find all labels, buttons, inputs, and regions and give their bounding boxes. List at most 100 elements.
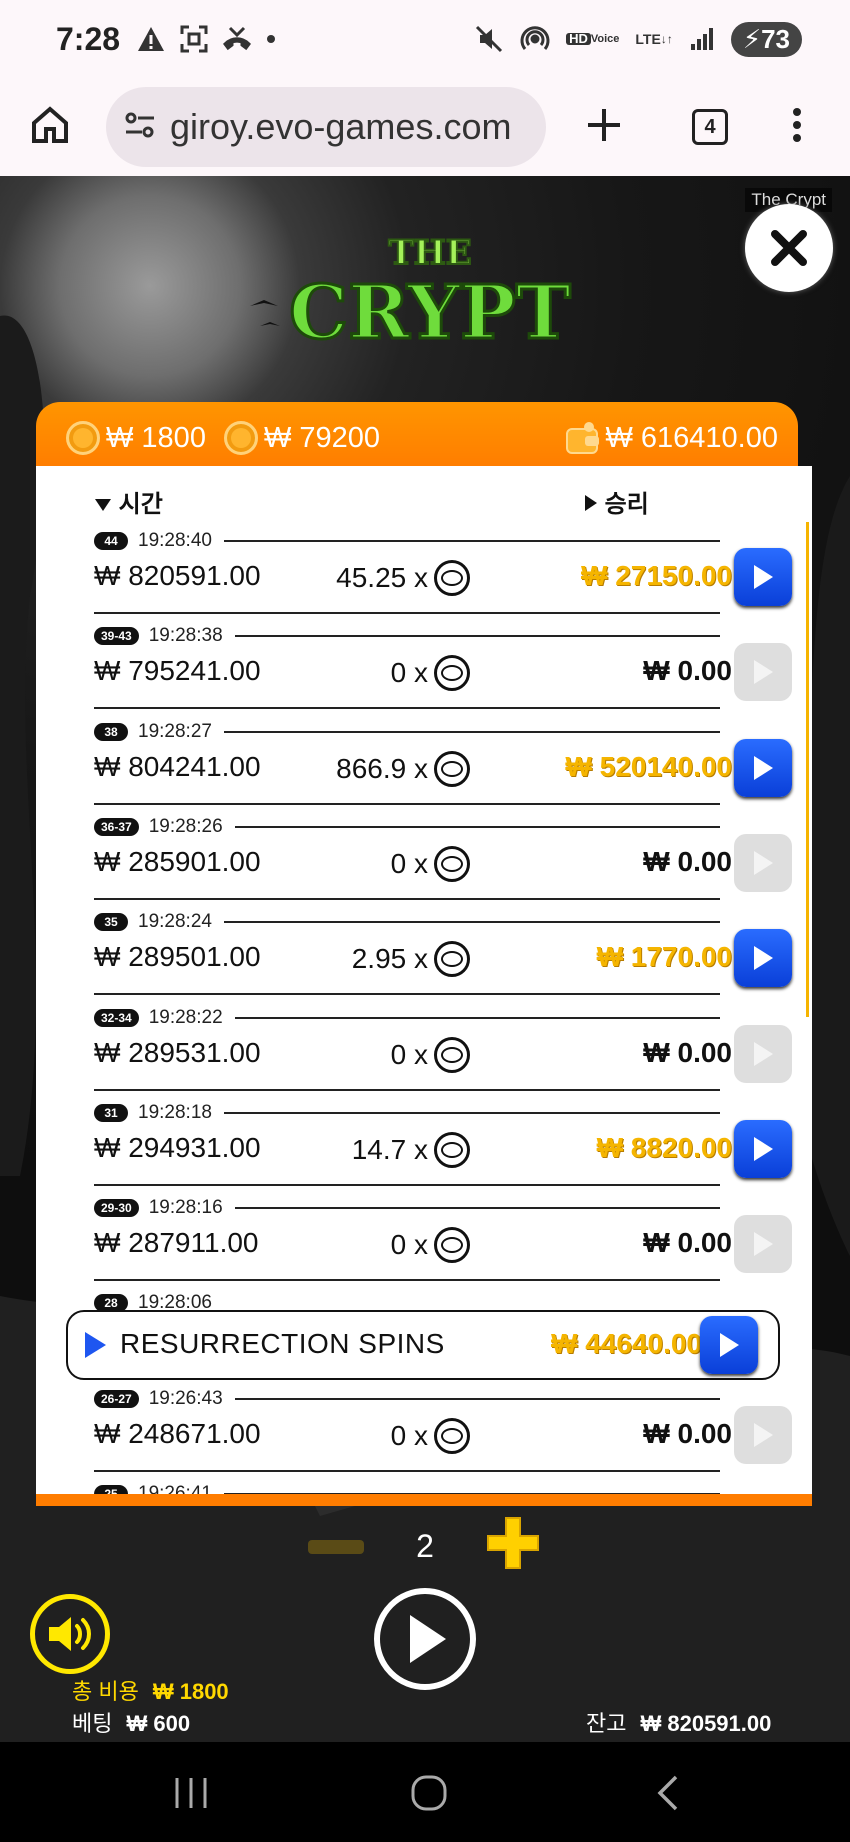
coin-icon	[434, 1036, 470, 1073]
replay-button[interactable]	[734, 833, 792, 892]
replay-button[interactable]	[700, 1316, 758, 1375]
history-row: 44 19:28:40 ₩ 820591.00 45.25 x ₩ 27150.00	[94, 528, 794, 623]
history-panel: 시간 승리 44 19:28:40 ₩ 820591.00 45.25 x ₩ 2715…	[36, 466, 812, 1501]
speaker-icon	[49, 1617, 91, 1651]
divider	[94, 1469, 720, 1472]
sort-down-icon	[95, 499, 111, 511]
dot-icon	[266, 34, 276, 44]
row-balance: ₩ 248671.00	[94, 1417, 261, 1449]
wallet-icon	[566, 422, 600, 454]
column-time[interactable]: 시간	[94, 484, 163, 519]
browser-toolbar: giroy.evo-games.com 4	[0, 78, 850, 176]
home-nav-button[interactable]	[404, 1770, 454, 1816]
coin-icon	[434, 1131, 470, 1168]
divider	[234, 1016, 720, 1019]
row-win: ₩ 0.00	[643, 845, 732, 877]
row-win: ₩ 8820.00	[596, 1131, 732, 1163]
row-balance: ₩ 804241.00	[94, 750, 261, 782]
scrollbar[interactable]	[806, 522, 809, 1017]
recent-apps-button[interactable]	[166, 1770, 216, 1816]
back-button[interactable]	[642, 1770, 692, 1816]
recent-apps-icon	[175, 1778, 207, 1808]
coin-icon	[434, 941, 470, 978]
row-balance: ₩ 289501.00	[94, 941, 261, 973]
site-settings-icon[interactable]	[124, 110, 156, 145]
replay-button[interactable]	[734, 643, 792, 702]
expand-arrow-icon	[85, 1332, 106, 1359]
play-icon	[754, 1136, 773, 1161]
row-win: ₩ 0.00	[643, 1417, 732, 1449]
game-area: The Crypt THE CRYPT ₩ 1800 ₩ 79200 ₩ 616…	[0, 176, 850, 1742]
row-win: ₩ 0.00	[643, 1227, 732, 1259]
previous-page-button[interactable]	[308, 1540, 364, 1554]
column-win[interactable]: 승리	[584, 484, 649, 519]
play-icon	[410, 1615, 446, 1663]
history-row: 32-34 19:28:22 ₩ 289531.00 0 x ₩ 0.00	[94, 1005, 794, 1100]
row-multiplier: 0 x	[330, 1227, 470, 1264]
header-wallet: ₩ 616410.00	[605, 421, 778, 454]
play-icon	[720, 1333, 739, 1358]
status-bar: 7:28 HD Voice LTE ↓↑ ⚡73	[0, 0, 850, 78]
play-icon	[754, 1041, 773, 1066]
row-time: 19:28:18	[138, 1101, 212, 1123]
url-text: giroy.evo-games.com	[170, 106, 512, 147]
row-header: 26-27 19:26:43	[94, 1386, 720, 1412]
row-balance: ₩ 294931.00	[94, 1131, 261, 1163]
row-time: 19:28:24	[138, 911, 212, 933]
column-headers: 시간 승리	[36, 480, 812, 520]
resurrection-win: ₩ 44640.00	[551, 1328, 702, 1360]
coin-icon	[434, 1417, 470, 1454]
divider	[234, 635, 720, 638]
replay-button[interactable]	[734, 548, 792, 606]
tab-switcher-button[interactable]: 4	[692, 109, 728, 145]
home-icon[interactable]	[28, 103, 72, 152]
url-bar[interactable]: giroy.evo-games.com	[106, 87, 546, 167]
round-badge: 29-30	[94, 1199, 139, 1218]
the-crypt-logo: THE CRYPT	[288, 232, 573, 358]
sound-button[interactable]	[30, 1594, 110, 1674]
round-badge: 36-37	[94, 817, 139, 836]
replay-button[interactable]	[734, 1119, 792, 1178]
status-time: 7:28	[56, 20, 121, 57]
close-icon	[771, 230, 807, 266]
replay-button[interactable]	[734, 1215, 792, 1274]
next-page-button[interactable]	[484, 1514, 542, 1572]
coin-icon	[434, 560, 470, 596]
row-win: ₩ 0.00	[643, 1036, 732, 1068]
round-badge: 32-34	[94, 1008, 139, 1027]
replay-button[interactable]	[734, 1024, 792, 1083]
divider	[94, 707, 720, 710]
row-header: 36-37 19:28:26	[94, 814, 720, 840]
divider	[94, 802, 720, 805]
history-header-bar: ₩ 1800 ₩ 79200 ₩ 616410.00	[36, 402, 798, 474]
new-tab-icon[interactable]	[586, 107, 622, 148]
divider	[223, 1111, 720, 1114]
more-menu-icon[interactable]	[792, 107, 802, 148]
play-icon	[754, 850, 773, 875]
row-multiplier: 866.9 x	[330, 750, 470, 787]
resurrection-spins-box[interactable]: RESURRECTION SPINS ₩ 44640.00	[66, 1310, 780, 1381]
play-spin-button[interactable]	[374, 1588, 476, 1690]
divider	[234, 825, 720, 828]
play-icon	[754, 755, 773, 780]
play-icon	[754, 1232, 773, 1257]
close-button[interactable]	[745, 204, 833, 292]
play-icon	[754, 565, 773, 589]
row-multiplier: 0 x	[330, 845, 470, 882]
bet-amount: 베팅 ₩ 600	[72, 1711, 191, 1736]
navigation-bar	[0, 1742, 850, 1842]
divider	[234, 1397, 720, 1400]
coin-icon	[66, 421, 100, 455]
replay-button[interactable]	[734, 738, 792, 797]
svg-text:CRYPT: CRYPT	[289, 270, 571, 356]
divider	[94, 1279, 720, 1282]
row-multiplier: 45.25 x	[330, 560, 470, 596]
row-time: 19:28:22	[148, 1006, 223, 1028]
replay-button[interactable]	[734, 1405, 792, 1464]
row-time: 19:28:40	[138, 530, 212, 551]
history-row: 29-30 19:28:16 ₩ 287911.00 0 x ₩ 0.00	[94, 1195, 794, 1290]
total-cost: 총 비용 ₩ 1800	[72, 1679, 229, 1704]
replay-button[interactable]	[734, 929, 792, 988]
page-number: 2	[416, 1528, 434, 1564]
round-badge: 26-27	[94, 1389, 139, 1408]
